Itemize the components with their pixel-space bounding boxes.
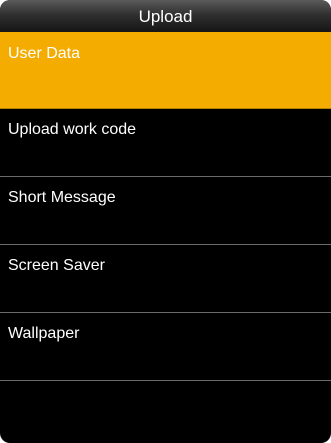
upload-menu: User Data Upload work code Short Message… [0, 32, 331, 381]
menu-item-label: Wallpaper [8, 325, 80, 342]
header-bar: Upload [0, 0, 331, 32]
menu-item-wallpaper[interactable]: Wallpaper [0, 313, 331, 381]
menu-item-label: Upload work code [8, 121, 137, 138]
page-title: Upload [138, 6, 193, 26]
menu-item-user-data[interactable]: User Data [0, 32, 331, 109]
menu-item-upload-work-code[interactable]: Upload work code [0, 109, 331, 177]
menu-item-label: Screen Saver [8, 257, 105, 274]
menu-item-screen-saver[interactable]: Screen Saver [0, 245, 331, 313]
menu-item-short-message[interactable]: Short Message [0, 177, 331, 245]
device-screen: Upload User Data Upload work code Short … [0, 0, 331, 443]
menu-item-label: User Data [8, 45, 81, 62]
menu-item-label: Short Message [8, 189, 116, 206]
